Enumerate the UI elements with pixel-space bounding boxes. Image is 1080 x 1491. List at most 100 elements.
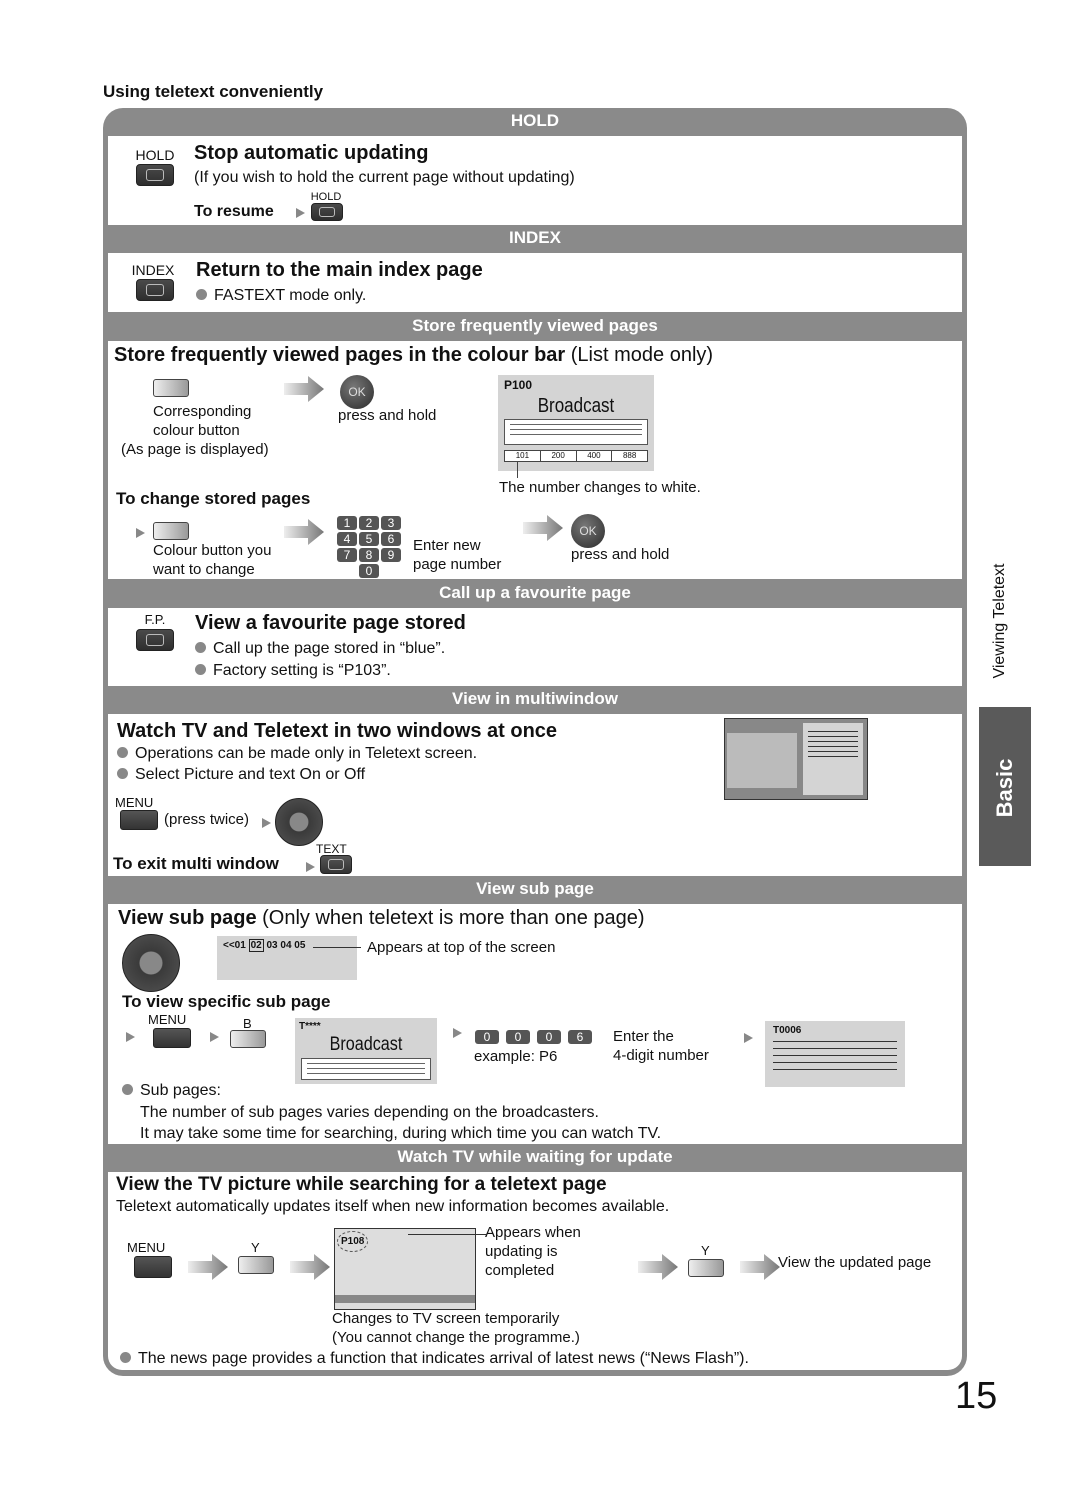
favourite-bullet-1: Call up the page stored in “blue”. <box>195 640 445 658</box>
favourite-title: View a favourite page stored <box>195 612 466 634</box>
strip-caption: Appears at top of the screen <box>367 939 556 956</box>
colour-bar-number: 200 <box>541 451 577 461</box>
screen-lines <box>773 1041 897 1070</box>
screen-page: T0006 <box>773 1025 802 1036</box>
appears-caption-1: Appears when <box>485 1224 581 1241</box>
menu-button[interactable] <box>120 810 158 830</box>
strip-selected: 02 <box>248 939 264 952</box>
update-panel: View the TV picture while searching for … <box>108 1172 962 1370</box>
arrow-icon <box>296 208 305 218</box>
bullet-icon <box>195 642 206 653</box>
tv-caption-2: (You cannot change the programme.) <box>332 1329 580 1346</box>
arrow-icon <box>262 818 271 828</box>
digit-key[interactable]: 0 <box>537 1030 561 1044</box>
update-desc: Teletext automatically updates itself wh… <box>116 1198 670 1215</box>
enter-caption-1: Enter the <box>613 1028 674 1045</box>
b-button[interactable] <box>230 1030 266 1048</box>
bullet-icon <box>122 1084 133 1095</box>
index-bullet-text: FASTEXT mode only. <box>214 287 367 304</box>
colour-bar-number: 400 <box>577 451 613 461</box>
key-0[interactable]: 0 <box>359 564 379 578</box>
key-2[interactable]: 2 <box>359 516 379 530</box>
key-6[interactable]: 6 <box>381 532 401 546</box>
tv-screen-illustration: P108 <box>334 1228 476 1310</box>
fp-button[interactable] <box>136 629 174 651</box>
teletext-screen-preview: P100 Broadcast 101 200 400 888 <box>498 375 654 471</box>
change1-caption-1: Colour button you <box>153 542 272 559</box>
text-button[interactable] <box>320 855 352 874</box>
menu-button[interactable] <box>134 1256 172 1278</box>
index-panel: INDEX Return to the main index page FAST… <box>108 253 962 312</box>
ok-button-change[interactable]: OK <box>571 514 605 548</box>
digit-key[interactable]: 0 <box>475 1030 499 1044</box>
menu-label: MENU <box>115 795 154 810</box>
news-flash-text: The news page provides a function that i… <box>138 1350 749 1367</box>
resume-button-label: HOLD <box>310 191 342 203</box>
colour-button[interactable] <box>153 379 189 397</box>
update-title: View the TV picture while searching for … <box>116 1174 607 1195</box>
favourite-bullet-2: Factory setting is “P103”. <box>195 662 391 680</box>
step1-caption-2: colour button <box>153 422 240 439</box>
key-9[interactable]: 9 <box>381 548 401 562</box>
key-3[interactable]: 3 <box>381 516 401 530</box>
appears-caption-2: updating is <box>485 1243 558 1260</box>
y-label-2: Y <box>701 1243 710 1258</box>
menu-button[interactable] <box>153 1028 191 1048</box>
change3-caption: press and hold <box>571 546 670 563</box>
screen-lines <box>504 419 648 445</box>
subpage-note-1: The number of sub pages varies depending… <box>140 1104 599 1121</box>
arrow-icon <box>284 376 324 402</box>
index-button[interactable] <box>136 279 174 301</box>
exit-multi-label: To exit multi window <box>113 854 279 873</box>
bullet-icon <box>196 289 207 300</box>
favourite-bar: Call up a favourite page <box>439 583 631 602</box>
hold-button[interactable] <box>136 164 174 186</box>
subpage-strip: <<01 02 03 04 05 <box>223 939 306 952</box>
side-label: Viewing Teletext <box>975 560 1015 700</box>
store-title-bold: Store frequently viewed pages in the col… <box>114 344 566 366</box>
digit-key[interactable]: 6 <box>568 1030 592 1044</box>
strip-rest: 03 04 05 <box>266 940 306 951</box>
ok-button[interactable]: OK <box>340 375 374 409</box>
result-screen: T0006 <box>765 1021 905 1087</box>
arrow-icon <box>638 1254 678 1280</box>
multiwindow-bullet-text: Select Picture and text On or Off <box>135 766 366 783</box>
callout-line <box>408 1234 486 1235</box>
bullet-icon <box>117 747 128 758</box>
arrow-icon <box>744 1033 753 1043</box>
text-icon <box>328 859 344 870</box>
final-caption: View the updated page <box>778 1254 932 1271</box>
key-8[interactable]: 8 <box>359 548 379 562</box>
dpad-button[interactable] <box>275 798 323 846</box>
screen-title: Broadcast <box>537 395 615 417</box>
favourite-panel: F.P. View a favourite page stored Call u… <box>108 608 962 686</box>
y-button-2[interactable] <box>688 1259 724 1277</box>
colour-button-change[interactable] <box>153 522 189 540</box>
fp-button-label: F.P. <box>144 612 166 627</box>
key-4[interactable]: 4 <box>337 532 357 546</box>
callout-line <box>517 462 518 478</box>
arrow-icon <box>740 1254 780 1280</box>
subpage-title-normal: (Only when teletext is more than one pag… <box>256 907 645 929</box>
subpage-note-2: It may take some time for searching, dur… <box>140 1125 662 1142</box>
bullet-icon <box>117 768 128 779</box>
dpad-button[interactable] <box>122 934 180 992</box>
key-7[interactable]: 7 <box>337 548 357 562</box>
subpage-screen: T**** Broadcast <box>295 1018 437 1084</box>
screen-title: Broadcast <box>329 1034 403 1055</box>
arrow-icon <box>284 519 324 545</box>
store-bar: Store frequently viewed pages <box>412 316 658 335</box>
digit-key[interactable]: 0 <box>506 1030 530 1044</box>
index-title: Return to the main index page <box>196 259 483 281</box>
hold-panel: HOLD Stop automatic updating (If you wis… <box>108 136 962 225</box>
key-1[interactable]: 1 <box>337 516 357 530</box>
hold-desc: (If you wish to hold the current page wi… <box>194 169 575 186</box>
y-button[interactable] <box>238 1256 274 1274</box>
arrow-icon <box>523 515 563 541</box>
key-5[interactable]: 5 <box>359 532 379 546</box>
index-button-label: INDEX <box>131 262 175 278</box>
screen-page: T**** <box>299 1021 321 1032</box>
menu-label: MENU <box>127 1240 166 1255</box>
specific-title: To view specific sub page <box>122 992 331 1011</box>
resume-hold-button[interactable] <box>311 203 343 221</box>
